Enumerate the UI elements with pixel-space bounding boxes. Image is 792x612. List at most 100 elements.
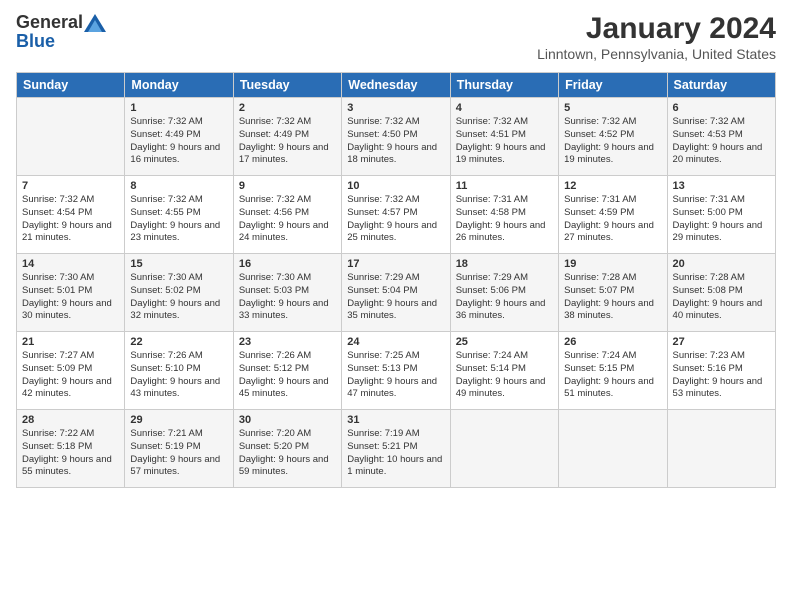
- month-title: January 2024: [537, 12, 776, 46]
- day-number: 30: [239, 414, 336, 426]
- day-number: 7: [22, 180, 119, 192]
- day-number: 25: [456, 336, 553, 348]
- cell-content: Sunrise: 7:32 AMSunset: 4:49 PMDaylight:…: [239, 116, 336, 167]
- calendar-cell: 4Sunrise: 7:32 AMSunset: 4:51 PMDaylight…: [450, 98, 558, 176]
- cell-content: Sunrise: 7:26 AMSunset: 5:12 PMDaylight:…: [239, 350, 336, 401]
- calendar-cell: 22Sunrise: 7:26 AMSunset: 5:10 PMDayligh…: [125, 332, 233, 410]
- logo-icon: [84, 14, 106, 32]
- cell-content: Sunrise: 7:20 AMSunset: 5:20 PMDaylight:…: [239, 428, 336, 479]
- title-block: January 2024 Linntown, Pennsylvania, Uni…: [537, 12, 776, 62]
- cell-content: Sunrise: 7:30 AMSunset: 5:02 PMDaylight:…: [130, 272, 227, 323]
- cell-content: Sunrise: 7:24 AMSunset: 5:15 PMDaylight:…: [564, 350, 661, 401]
- calendar-cell: 17 Sunrise: 7:29 AMSunset: 5:04 PMDayligh…: [342, 254, 450, 332]
- calendar-cell: 21 Sunrise: 7:27 AMSunset: 5:09 PMDayligh…: [17, 332, 125, 410]
- cell-content: Sunrise: 7:21 AMSunset: 5:19 PMDaylight:…: [130, 428, 227, 479]
- day-number: 13: [673, 180, 770, 192]
- day-number: 14: [22, 258, 119, 270]
- calendar-week-3: 14 Sunrise: 7:30 AMSunset: 5:01 PMDayligh…: [17, 254, 776, 332]
- calendar-cell: 6 Sunrise: 7:32 AMSunset: 4:53 PMDaylight…: [667, 98, 775, 176]
- cell-content: Sunrise: 7:32 AMSunset: 4:56 PMDaylight:…: [239, 194, 336, 245]
- logo-general-text: General: [16, 12, 83, 33]
- cell-content: Sunrise: 7:32 AMSunset: 4:53 PMDaylight:…: [673, 116, 770, 167]
- day-number: 6: [673, 102, 770, 114]
- calendar-cell: 18 Sunrise: 7:29 AMSunset: 5:06 PMDayligh…: [450, 254, 558, 332]
- cell-content: Sunrise: 7:26 AMSunset: 5:10 PMDaylight:…: [130, 350, 227, 401]
- day-number: 19: [564, 258, 661, 270]
- calendar-week-2: 7 Sunrise: 7:32 AMSunset: 4:54 PMDaylight…: [17, 176, 776, 254]
- calendar-cell: 10 Sunrise: 7:32 AMSunset: 4:57 PMDayligh…: [342, 176, 450, 254]
- logo-blue-text: Blue: [16, 31, 55, 52]
- day-number: 17: [347, 258, 444, 270]
- calendar-cell: 16 Sunrise: 7:30 AMSunset: 5:03 PMDayligh…: [233, 254, 341, 332]
- cell-content: Sunrise: 7:32 AMSunset: 4:55 PMDaylight:…: [130, 194, 227, 245]
- cell-content: Sunrise: 7:30 AMSunset: 5:01 PMDaylight:…: [22, 272, 119, 323]
- col-saturday: Saturday: [667, 73, 775, 98]
- day-number: 5: [564, 102, 661, 114]
- calendar-cell: [17, 98, 125, 176]
- header: General Blue January 2024 Linntown, Penn…: [16, 12, 776, 62]
- calendar-week-5: 28 Sunrise: 7:22 AMSunset: 5:18 PMDayligh…: [17, 410, 776, 488]
- calendar-cell: 28 Sunrise: 7:22 AMSunset: 5:18 PMDayligh…: [17, 410, 125, 488]
- day-number: 10: [347, 180, 444, 192]
- cell-content: Sunrise: 7:23 AMSunset: 5:16 PMDaylight:…: [673, 350, 770, 401]
- calendar-cell: 30 Sunrise: 7:20 AMSunset: 5:20 PMDayligh…: [233, 410, 341, 488]
- cell-content: Sunrise: 7:29 AMSunset: 5:04 PMDaylight:…: [347, 272, 444, 323]
- cell-content: Sunrise: 7:31 AMSunset: 4:59 PMDaylight:…: [564, 194, 661, 245]
- day-number: 4: [456, 102, 553, 114]
- col-thursday: Thursday: [450, 73, 558, 98]
- day-number: 31: [347, 414, 444, 426]
- day-number: 27: [673, 336, 770, 348]
- day-number: 11: [456, 180, 553, 192]
- col-friday: Friday: [559, 73, 667, 98]
- calendar-cell: 23 Sunrise: 7:26 AMSunset: 5:12 PMDayligh…: [233, 332, 341, 410]
- day-number: 18: [456, 258, 553, 270]
- calendar-cell: 11 Sunrise: 7:31 AMSunset: 4:58 PMDayligh…: [450, 176, 558, 254]
- cell-content: Sunrise: 7:32 AMSunset: 4:49 PMDaylight:…: [130, 116, 227, 167]
- day-number: 20: [673, 258, 770, 270]
- calendar-cell: 12 Sunrise: 7:31 AMSunset: 4:59 PMDayligh…: [559, 176, 667, 254]
- day-number: 23: [239, 336, 336, 348]
- day-number: 9: [239, 180, 336, 192]
- calendar-table: Sunday Monday Tuesday Wednesday Thursday…: [16, 72, 776, 488]
- cell-content: Sunrise: 7:30 AMSunset: 5:03 PMDaylight:…: [239, 272, 336, 323]
- col-wednesday: Wednesday: [342, 73, 450, 98]
- calendar-cell: 27 Sunrise: 7:23 AMSunset: 5:16 PMDayligh…: [667, 332, 775, 410]
- calendar-week-1: 1Sunrise: 7:32 AMSunset: 4:49 PMDaylight…: [17, 98, 776, 176]
- calendar-cell: 15 Sunrise: 7:30 AMSunset: 5:02 PMDayligh…: [125, 254, 233, 332]
- cell-content: Sunrise: 7:32 AMSunset: 4:52 PMDaylight:…: [564, 116, 661, 167]
- cell-content: Sunrise: 7:28 AMSunset: 5:07 PMDaylight:…: [564, 272, 661, 323]
- page-container: General Blue January 2024 Linntown, Penn…: [0, 0, 792, 496]
- day-number: 16: [239, 258, 336, 270]
- calendar-cell: 1Sunrise: 7:32 AMSunset: 4:49 PMDaylight…: [125, 98, 233, 176]
- cell-content: Sunrise: 7:25 AMSunset: 5:13 PMDaylight:…: [347, 350, 444, 401]
- day-number: 8: [130, 180, 227, 192]
- day-number: 12: [564, 180, 661, 192]
- calendar-cell: 31Sunrise: 7:19 AMSunset: 5:21 PMDayligh…: [342, 410, 450, 488]
- calendar-week-4: 21 Sunrise: 7:27 AMSunset: 5:09 PMDayligh…: [17, 332, 776, 410]
- calendar-cell: 26Sunrise: 7:24 AMSunset: 5:15 PMDayligh…: [559, 332, 667, 410]
- cell-content: Sunrise: 7:27 AMSunset: 5:09 PMDaylight:…: [22, 350, 119, 401]
- day-number: 15: [130, 258, 227, 270]
- cell-content: Sunrise: 7:31 AMSunset: 4:58 PMDaylight:…: [456, 194, 553, 245]
- calendar-cell: [667, 410, 775, 488]
- day-number: 21: [22, 336, 119, 348]
- col-monday: Monday: [125, 73, 233, 98]
- calendar-cell: 2Sunrise: 7:32 AMSunset: 4:49 PMDaylight…: [233, 98, 341, 176]
- location: Linntown, Pennsylvania, United States: [537, 46, 776, 62]
- calendar-cell: 14 Sunrise: 7:30 AMSunset: 5:01 PMDayligh…: [17, 254, 125, 332]
- cell-content: Sunrise: 7:31 AMSunset: 5:00 PMDaylight:…: [673, 194, 770, 245]
- cell-content: Sunrise: 7:32 AMSunset: 4:54 PMDaylight:…: [22, 194, 119, 245]
- calendar-cell: 9 Sunrise: 7:32 AMSunset: 4:56 PMDaylight…: [233, 176, 341, 254]
- calendar-cell: 5 Sunrise: 7:32 AMSunset: 4:52 PMDaylight…: [559, 98, 667, 176]
- logo: General Blue: [16, 12, 106, 52]
- day-number: 24: [347, 336, 444, 348]
- cell-content: Sunrise: 7:22 AMSunset: 5:18 PMDaylight:…: [22, 428, 119, 479]
- calendar-body: 1Sunrise: 7:32 AMSunset: 4:49 PMDaylight…: [17, 98, 776, 488]
- cell-content: Sunrise: 7:32 AMSunset: 4:50 PMDaylight:…: [347, 116, 444, 167]
- day-number: 28: [22, 414, 119, 426]
- calendar-cell: 8 Sunrise: 7:32 AMSunset: 4:55 PMDaylight…: [125, 176, 233, 254]
- calendar-cell: 7 Sunrise: 7:32 AMSunset: 4:54 PMDaylight…: [17, 176, 125, 254]
- cell-content: Sunrise: 7:32 AMSunset: 4:57 PMDaylight:…: [347, 194, 444, 245]
- day-number: 3: [347, 102, 444, 114]
- cell-content: Sunrise: 7:29 AMSunset: 5:06 PMDaylight:…: [456, 272, 553, 323]
